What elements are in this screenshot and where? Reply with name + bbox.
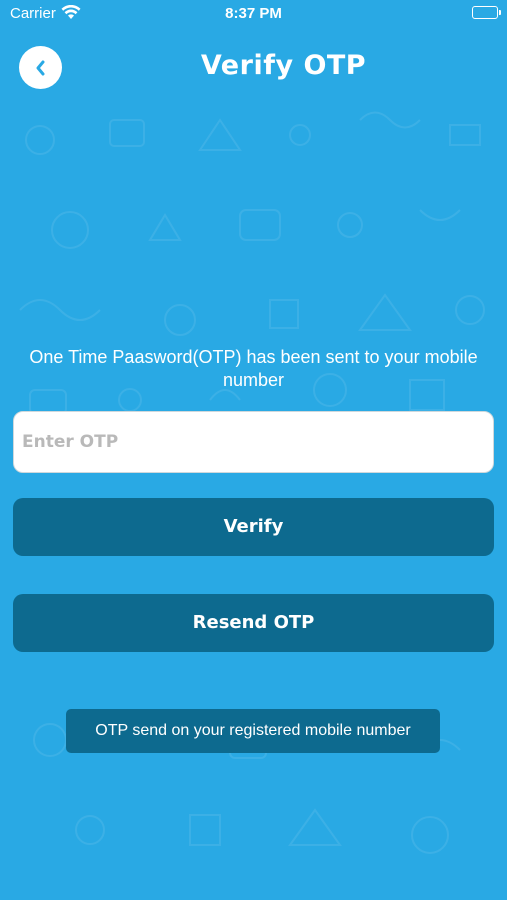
resend-otp-button[interactable]: Resend OTP [13,594,494,652]
page-title: Verify OTP [200,50,367,81]
otp-input[interactable] [13,411,494,473]
toast-message: OTP send on your registered mobile numbe… [66,709,440,753]
status-time: 8:37 PM [225,5,282,22]
status-bar: Carrier 8:37 PM [0,0,507,28]
battery-icon [472,6,501,19]
verify-button[interactable]: Verify [13,498,494,556]
otp-sent-message: One Time Paasword(OTP) has been sent to … [29,347,478,390]
